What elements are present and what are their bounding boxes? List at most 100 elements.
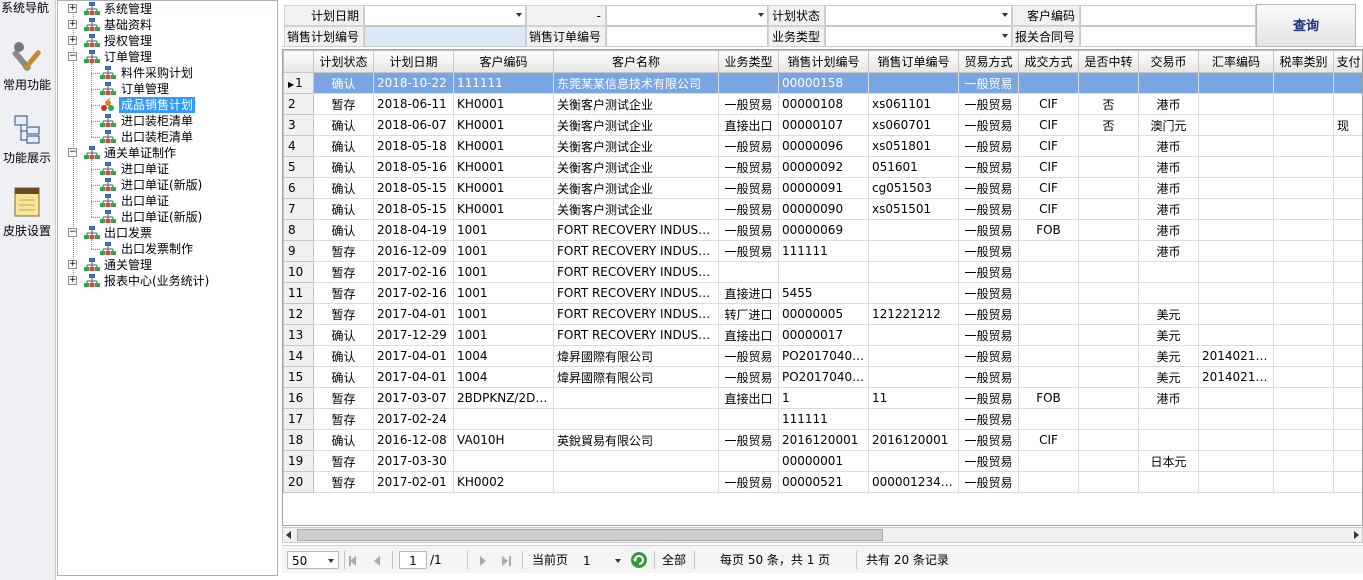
table-row[interactable]: 12 暂存 2017-04-01 1001 FORT RECOVERY INDUSTRI… xyxy=(283,303,1362,325)
table-cell: 确认 xyxy=(313,429,374,451)
table-row[interactable]: 10 暂存 2017-02-16 1001 FORT RECOVERY INDUSTRI… xyxy=(283,261,1362,283)
table-row[interactable]: 20 暂存 2017-02-01 KH0002 一般贸易 00000521 00000123… xyxy=(283,471,1362,493)
table-cell: 2018-05-18 xyxy=(373,135,454,157)
table-row[interactable]: 16 暂存 2017-03-07 2BDPKNZ/2DP... 直接出口 1 11 一般贸易 F… xyxy=(283,387,1362,409)
customer-code-input[interactable] xyxy=(1080,5,1256,26)
column-header[interactable]: 销售订单编号 xyxy=(868,50,959,73)
column-header[interactable]: 计划日期 xyxy=(373,50,454,73)
column-header[interactable]: 支付 xyxy=(1333,50,1362,73)
next-page-icon[interactable] xyxy=(480,556,486,566)
plan-date-label: 计划日期 xyxy=(284,5,364,26)
table-cell xyxy=(868,72,959,94)
skin-settings-button[interactable]: 皮肤设置 xyxy=(0,186,54,239)
table-cell xyxy=(1273,429,1334,451)
plan-date-from-input[interactable] xyxy=(364,5,526,26)
tree-branch-line xyxy=(91,63,92,137)
table-row[interactable]: ▶1 确认 2018-10-22 111111 东莞某某信息技术有限公司 00000158… xyxy=(283,72,1362,94)
show-all-link[interactable]: 全部 xyxy=(662,551,686,569)
expand-icon[interactable]: + xyxy=(68,36,77,45)
column-header[interactable]: 税率类别 xyxy=(1273,50,1334,73)
expand-icon[interactable]: + xyxy=(68,4,77,13)
expand-icon[interactable]: + xyxy=(68,20,77,29)
table-cell xyxy=(1333,219,1362,241)
prev-page-icon[interactable] xyxy=(374,556,380,566)
table-row[interactable]: 15 确认 2017-04-01 1004 煒昇國際有限公司 一般贸易 PO20170400… xyxy=(283,366,1362,388)
table-row[interactable]: 8 确认 2018-04-19 1001 FORT RECOVERY INDUSTRIE… xyxy=(283,219,1362,241)
collapse-icon[interactable]: − xyxy=(68,148,77,157)
column-header[interactable]: 交易币 xyxy=(1138,50,1199,73)
expand-icon[interactable]: + xyxy=(68,276,77,285)
scrollbar-thumb[interactable] xyxy=(297,529,883,541)
table-row[interactable]: 19 暂存 2017-03-30 00000001 一般贸易 日本元 xyxy=(283,450,1362,472)
table-row[interactable]: 9 暂存 2016-12-09 1001 FORT RECOVERY INDUSTRIE… xyxy=(283,240,1362,262)
horizontal-scrollbar[interactable] xyxy=(282,527,1363,543)
table-row[interactable]: 17 暂存 2017-02-24 111111 一般贸易 xyxy=(283,408,1362,430)
row-number: 14 xyxy=(283,345,314,367)
table-row[interactable]: 18 确认 2016-12-08 VA010H 英銳貿易有限公司 一般贸易 20161200… xyxy=(283,429,1362,451)
plan-status-select[interactable] xyxy=(825,5,1012,26)
table-cell: 一般贸易 xyxy=(958,471,1019,493)
tree-label: 出口装柜清单 xyxy=(121,130,194,144)
column-header[interactable]: 汇率编码 xyxy=(1198,50,1274,73)
table-row[interactable]: 14 确认 2017-04-01 1004 煒昇國際有限公司 一般贸易 PO20170400… xyxy=(283,345,1362,367)
customs-contract-input[interactable] xyxy=(1080,26,1256,47)
table-row[interactable]: 4 确认 2018-05-18 KH0001 关衡客户测试企业 一般贸易 00000096 x… xyxy=(283,135,1362,157)
tree-label: 订单管理 xyxy=(104,50,153,64)
table-cell: 00000107 xyxy=(778,114,869,136)
scroll-left-icon[interactable] xyxy=(286,531,291,539)
table-cell xyxy=(1273,366,1334,388)
column-header[interactable]: 是否中转 xyxy=(1078,50,1139,73)
business-type-select[interactable] xyxy=(825,26,1012,47)
table-row[interactable]: 2 暂存 2018-06-11 KH0001 关衡客户测试企业 一般贸易 00000108 x… xyxy=(283,93,1362,115)
column-header[interactable]: 业务类型 xyxy=(718,50,779,73)
query-button[interactable]: 查询 xyxy=(1256,4,1356,47)
collapse-icon[interactable]: − xyxy=(68,52,77,61)
table-cell xyxy=(1078,324,1139,346)
row-number-value: 16 xyxy=(288,391,304,405)
table-row[interactable]: 7 确认 2018-05-15 KH0001 关衡客户测试企业 一般贸易 00000090 x… xyxy=(283,198,1362,220)
table-row[interactable]: 3 确认 2018-06-07 KH0001 关衡客户测试企业 直接出口 00000107 x… xyxy=(283,114,1362,136)
expand-icon[interactable]: + xyxy=(68,260,77,269)
current-page-select[interactable]: 1 xyxy=(578,551,624,569)
table-cell: 2017-12-29 xyxy=(373,324,454,346)
sales-plan-no-input[interactable] xyxy=(364,26,526,47)
table-cell: 现 xyxy=(1333,114,1362,136)
sales-order-no-input[interactable] xyxy=(606,26,768,47)
column-header[interactable]: 贸易方式 xyxy=(958,50,1019,73)
table-cell xyxy=(1078,387,1139,409)
collapse-icon[interactable]: − xyxy=(68,228,77,237)
last-page-icon[interactable] xyxy=(502,556,508,566)
table-row[interactable]: 5 确认 2018-05-16 KH0001 关衡客户测试企业 一般贸易 00000092 0… xyxy=(283,156,1362,178)
column-header[interactable]: 成交方式 xyxy=(1018,50,1079,73)
refresh-icon[interactable] xyxy=(630,551,648,569)
table-cell xyxy=(778,261,869,283)
table-cell: 一般贸易 xyxy=(958,303,1019,325)
tree-branch-line xyxy=(91,217,100,218)
table-cell: 00000069 xyxy=(778,219,869,241)
table-row[interactable]: 6 确认 2018-05-15 KH0001 关衡客户测试企业 一般贸易 00000091 c… xyxy=(283,177,1362,199)
table-cell: 111111 xyxy=(778,408,869,430)
common-functions-button[interactable]: 常用功能 xyxy=(0,40,54,93)
page-number-input[interactable]: 1 xyxy=(399,551,427,569)
table-row[interactable]: 11 暂存 2017-02-16 1001 FORT RECOVERY INDUSTRI… xyxy=(283,282,1362,304)
scroll-right-icon[interactable] xyxy=(1354,531,1359,539)
table-cell: 暂存 xyxy=(313,450,374,472)
table-cell xyxy=(1198,219,1274,241)
feature-display-button[interactable]: 功能展示 xyxy=(0,113,54,166)
table-row[interactable]: 13 确认 2017-12-29 1001 FORT RECOVERY INDUSTRI… xyxy=(283,324,1362,346)
table-cell xyxy=(1273,303,1334,325)
column-header[interactable]: 客户编码 xyxy=(453,50,554,73)
column-header[interactable]: 客户名称 xyxy=(553,50,719,73)
plan-date-to-input[interactable] xyxy=(606,5,768,26)
table-cell xyxy=(1198,429,1274,451)
table-cell: 00000123456 xyxy=(868,471,959,493)
org-chart-icon xyxy=(100,82,116,95)
column-header[interactable]: 计划状态 xyxy=(313,50,374,73)
table-cell: 港币 xyxy=(1138,156,1199,178)
page-size-select[interactable]: 50 xyxy=(287,551,339,569)
tree-branch-line xyxy=(91,239,92,249)
column-header[interactable]: 销售计划编号 xyxy=(778,50,869,73)
table-cell xyxy=(1198,282,1274,304)
table-cell: 11 xyxy=(868,387,959,409)
org-chart-icon xyxy=(100,114,116,127)
